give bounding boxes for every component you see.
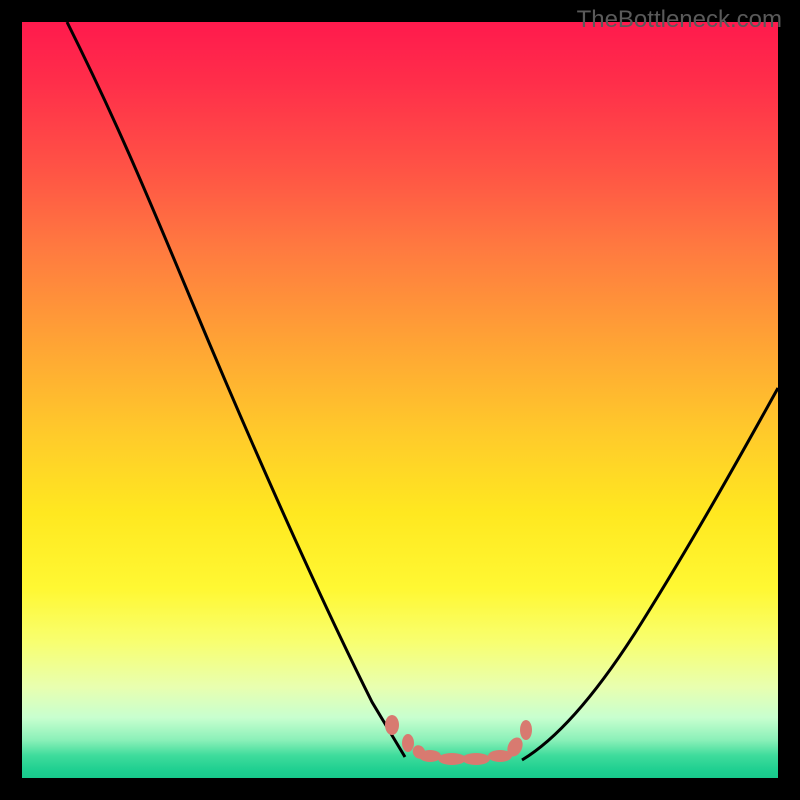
- curves-layer: [22, 22, 778, 778]
- right-curve: [522, 388, 778, 760]
- chart-container: TheBottleneck.com: [0, 0, 800, 800]
- watermark-text: TheBottleneck.com: [577, 6, 782, 34]
- plot-area: [22, 22, 778, 778]
- valley-dotted: [385, 715, 532, 765]
- left-curve: [67, 22, 405, 757]
